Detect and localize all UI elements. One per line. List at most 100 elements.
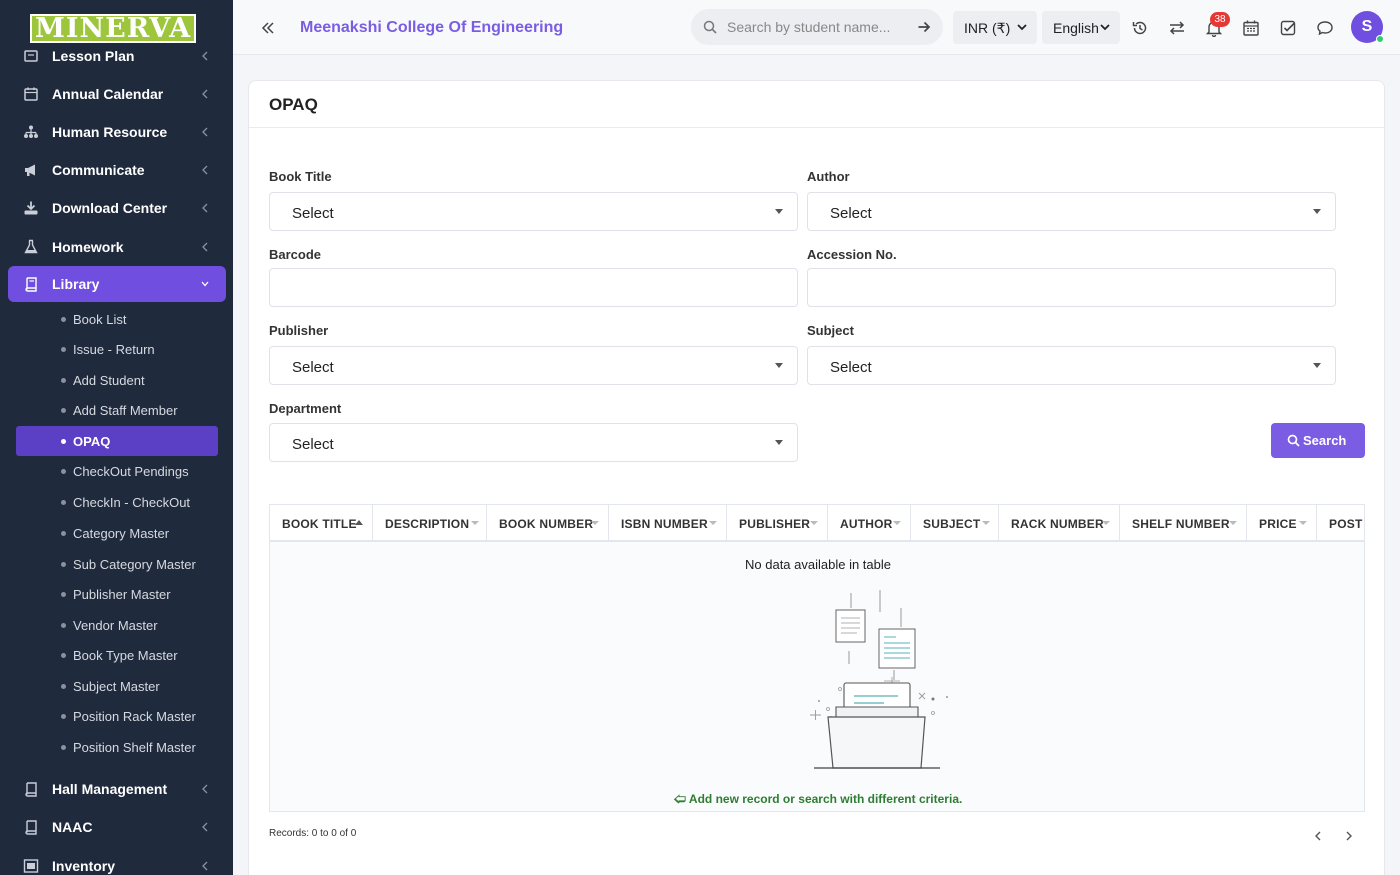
- sort-icon: [1102, 521, 1110, 525]
- barcode-label: Barcode: [269, 247, 322, 262]
- history-icon[interactable]: [1131, 19, 1149, 37]
- column-header-publisher[interactable]: PUBLISHER: [727, 505, 828, 542]
- chevron-left-icon: [202, 127, 208, 137]
- sidebar-item-naac[interactable]: NAAC: [8, 809, 226, 845]
- column-header-isbn-number[interactable]: ISBN NUMBER: [609, 505, 727, 542]
- book-icon: [25, 277, 37, 292]
- column-header-description[interactable]: DESCRIPTION: [373, 505, 487, 542]
- bullet-icon: [61, 623, 66, 628]
- currency-select[interactable]: INR (₹): [953, 11, 1037, 44]
- sidebar-subitem-book-list[interactable]: Book List: [16, 304, 218, 334]
- sidebar-subitem-add-student[interactable]: Add Student: [16, 365, 218, 395]
- sidebar-subitem-sub-category-master[interactable]: Sub Category Master: [16, 549, 218, 579]
- sort-icon: [982, 521, 990, 525]
- chevron-right-icon[interactable]: [1343, 830, 1355, 842]
- sidebar-item-human-resource[interactable]: Human Resource: [8, 114, 226, 150]
- author-label: Author: [807, 169, 850, 184]
- column-header-book-title[interactable]: BOOK TITLE: [270, 505, 373, 542]
- sidebar-subitem-vendor-master[interactable]: Vendor Master: [16, 610, 218, 640]
- sidebar-item-label: Lesson Plan: [52, 48, 135, 64]
- sidebar-item-communicate[interactable]: Communicate: [8, 152, 226, 188]
- sort-icon: [1229, 521, 1237, 525]
- sidebar-subitem-checkin-checkout[interactable]: CheckIn - CheckOut: [16, 487, 218, 517]
- column-header-author[interactable]: AUTHOR: [828, 505, 911, 542]
- author-select[interactable]: Select: [807, 192, 1336, 231]
- sidebar-item-download-center[interactable]: Download Center: [8, 190, 226, 226]
- publisher-select[interactable]: Select: [269, 346, 798, 385]
- subject-select[interactable]: Select: [807, 346, 1336, 385]
- chevron-left-icon[interactable]: [1312, 830, 1324, 842]
- books-table: BOOK TITLE DESCRIPTION BOOK NUMBER ISBN …: [269, 504, 1365, 812]
- search-icon: [703, 20, 717, 34]
- sidebar-subitem-opaq[interactable]: OPAQ: [16, 426, 218, 456]
- search-button[interactable]: Search: [1271, 423, 1365, 458]
- sidebar-subitem-label: Position Shelf Master: [73, 740, 196, 755]
- sidebar-subitem-label: Add Student: [73, 373, 145, 388]
- bullet-icon: [61, 439, 66, 444]
- sidebar-subitem-checkout-pendings[interactable]: CheckOut Pendings: [16, 456, 218, 486]
- department-select[interactable]: Select: [269, 423, 798, 462]
- bullet-icon: [61, 317, 66, 322]
- sidebar-subitem-label: OPAQ: [73, 434, 111, 449]
- column-header-rack-number[interactable]: RACK NUMBER: [999, 505, 1120, 542]
- column-header-subject[interactable]: SUBJECT: [911, 505, 999, 542]
- column-header-price[interactable]: PRICE: [1247, 505, 1317, 542]
- app-logo[interactable]: MINERVA: [30, 14, 196, 43]
- sidebar-subitem-label: Publisher Master: [73, 587, 171, 602]
- sidebar-subitem-subject-master[interactable]: Subject Master: [16, 671, 218, 701]
- sidebar-subitem-publisher-master[interactable]: Publisher Master: [16, 579, 218, 609]
- chevron-down-icon: [1017, 24, 1027, 31]
- book-icon: [24, 50, 38, 62]
- column-label: POST I: [1329, 517, 1364, 531]
- calendar-icon: [24, 87, 38, 101]
- sidebar-subitem-label: CheckOut Pendings: [73, 464, 189, 479]
- sidebar-subitem-issue-return[interactable]: Issue - Return: [16, 334, 218, 364]
- bullet-icon: [61, 714, 66, 719]
- sort-icon: [810, 521, 818, 525]
- download-icon: [24, 201, 38, 215]
- divider: [249, 127, 1384, 128]
- sidebar-item-label: Hall Management: [52, 781, 168, 797]
- column-label: SHELF NUMBER: [1132, 517, 1230, 531]
- caret-down-icon: [1313, 363, 1321, 368]
- double-chevron-left-icon[interactable]: [259, 19, 277, 37]
- chevron-down-icon: [201, 281, 209, 287]
- sidebar-subitem-label: Book List: [73, 312, 127, 327]
- sidebar-item-label: Inventory: [52, 858, 116, 874]
- column-header-post[interactable]: POST I: [1317, 505, 1364, 542]
- book-title-select[interactable]: Select: [269, 192, 798, 231]
- language-select[interactable]: English: [1042, 11, 1120, 44]
- switch-arrows-icon[interactable]: [1168, 19, 1186, 37]
- currency-value: INR (₹): [964, 20, 1011, 36]
- sidebar-item-annual-calendar[interactable]: Annual Calendar: [8, 76, 226, 112]
- task-check-icon[interactable]: [1279, 19, 1297, 37]
- calendar-icon[interactable]: [1242, 19, 1260, 37]
- barcode-input[interactable]: [269, 268, 798, 307]
- sidebar-subitem-category-master[interactable]: Category Master: [16, 518, 218, 548]
- sidebar-subitem-book-type-master[interactable]: Book Type Master: [16, 640, 218, 670]
- language-value: English: [1053, 20, 1099, 36]
- sidebar-item-inventory[interactable]: Inventory: [8, 848, 226, 875]
- sidebar-subitem-position-rack-master[interactable]: Position Rack Master: [16, 701, 218, 731]
- column-label: PRICE: [1259, 517, 1297, 531]
- book-title-label: Book Title: [269, 169, 332, 184]
- accession-input[interactable]: [807, 268, 1336, 307]
- sidebar-item-library[interactable]: Library: [8, 266, 226, 302]
- sidebar-item-homework[interactable]: Homework: [8, 229, 226, 265]
- arrow-right-icon[interactable]: [917, 20, 931, 34]
- inventory-icon: [23, 859, 39, 873]
- sidebar-subitem-position-shelf-master[interactable]: Position Shelf Master: [16, 732, 218, 762]
- sidebar-item-hall-management[interactable]: Hall Management: [8, 771, 226, 807]
- column-header-book-number[interactable]: BOOK NUMBER: [487, 505, 609, 542]
- student-search-input[interactable]: [727, 17, 907, 37]
- sidebar-subitem-add-staff-member[interactable]: Add Staff Member: [16, 395, 218, 425]
- college-name[interactable]: Meenakshi College Of Engineering: [300, 19, 563, 37]
- sidebar-subitem-label: Subject Master: [73, 679, 160, 694]
- megaphone-icon: [25, 164, 35, 176]
- column-header-shelf-number[interactable]: SHELF NUMBER: [1120, 505, 1247, 542]
- sidebar-item-label: Human Resource: [52, 124, 168, 140]
- sort-icon: [709, 521, 717, 525]
- bullet-icon: [61, 531, 66, 536]
- caret-down-icon: [775, 209, 783, 214]
- chat-icon[interactable]: [1316, 19, 1334, 37]
